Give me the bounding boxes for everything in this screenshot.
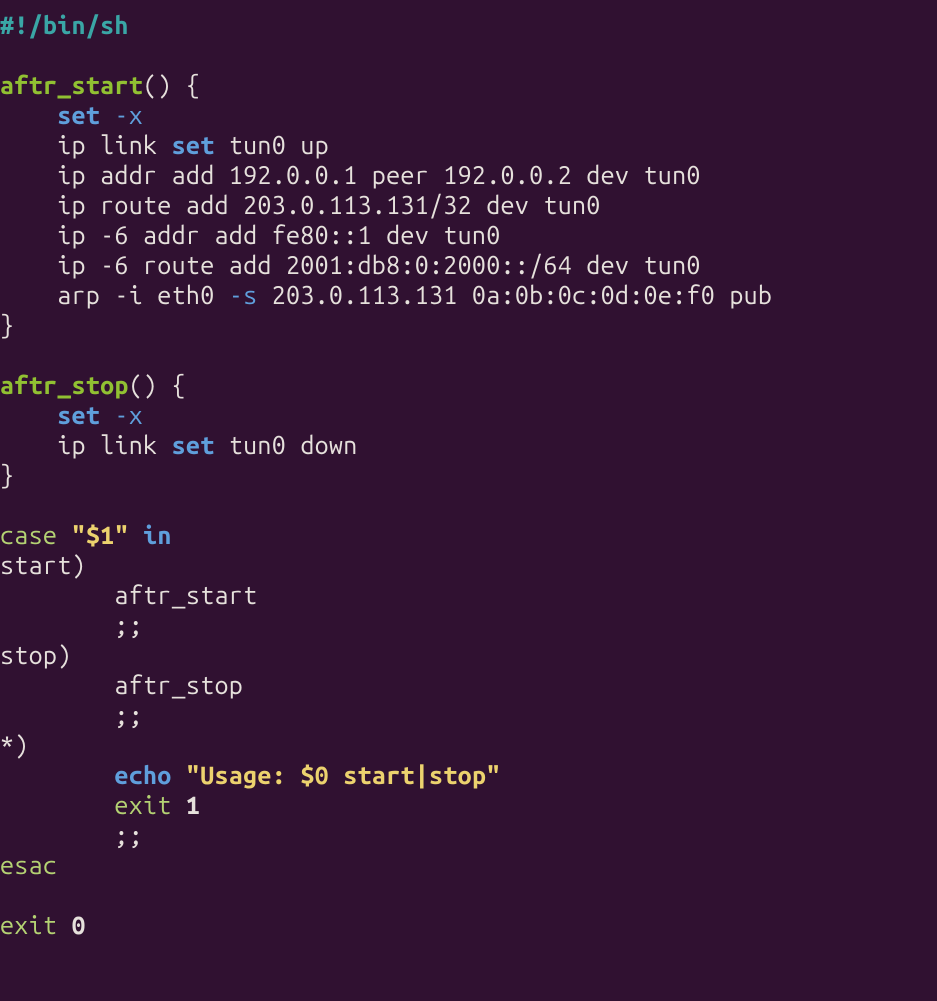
- fn-aftr-start: aftr_start: [0, 71, 143, 99]
- tun-down: tun0 down: [215, 431, 358, 459]
- arp-flag: -s: [229, 281, 258, 309]
- ip-route-add: ip route add 203.0.113.131/32 dev tun0: [57, 191, 600, 219]
- echo-builtin: echo: [114, 761, 171, 789]
- dsemi: ;;: [114, 701, 143, 729]
- esac-keyword: esac: [0, 851, 57, 879]
- ip6-addr-add: ip -6 addr add fe80::1 dev tun0: [57, 221, 500, 249]
- dsemi: ;;: [114, 611, 143, 639]
- arp-pre: arp -i eth0: [57, 281, 229, 309]
- arp-post: 203.0.113.131 0a:0b:0c:0d:0e:f0 pub: [257, 281, 772, 309]
- case-keyword: case: [0, 521, 57, 549]
- echo-string: "Usage:: [186, 761, 300, 789]
- case-var: $1: [86, 521, 115, 549]
- exit-keyword: exit: [114, 791, 171, 819]
- set-builtin: set: [172, 431, 215, 459]
- brace: }: [0, 461, 14, 489]
- in-keyword: in: [143, 521, 172, 549]
- set-flag: -x: [114, 101, 143, 129]
- brace: {: [186, 71, 200, 99]
- brace: }: [0, 311, 14, 339]
- case-label-stop: stop: [0, 641, 57, 669]
- fn-aftr-stop: aftr_stop: [0, 371, 129, 399]
- ip6-route-add: ip -6 route add 2001:db8:0:2000::/64 dev…: [57, 251, 701, 279]
- paren: (): [129, 371, 158, 399]
- str-quote: ": [72, 521, 86, 549]
- paren: (): [143, 71, 172, 99]
- exit-code: 0: [72, 911, 86, 939]
- brace: {: [172, 371, 186, 399]
- tun-up: tun0 up: [215, 131, 329, 159]
- call-aftr-stop: aftr_stop: [114, 671, 243, 699]
- code-block: #!/bin/sh aftr_start() { set -x ip link …: [0, 0, 937, 940]
- paren: ): [14, 731, 28, 759]
- str-quote: ": [114, 521, 128, 549]
- ip-link: ip link: [57, 131, 171, 159]
- set-flag: -x: [114, 401, 143, 429]
- paren: ): [57, 641, 71, 669]
- exit-keyword: exit: [0, 911, 57, 939]
- set-builtin: set: [57, 101, 100, 129]
- exit-code: 1: [186, 791, 200, 819]
- paren: ): [72, 551, 86, 579]
- echo-var: $0: [300, 761, 329, 789]
- case-label-start: start: [0, 551, 72, 579]
- shebang-line: #!/bin/sh: [0, 11, 129, 39]
- echo-string: start|stop": [329, 761, 501, 789]
- set-builtin: set: [57, 401, 100, 429]
- set-builtin: set: [172, 131, 215, 159]
- case-label-star: *: [0, 731, 14, 759]
- ip-link: ip link: [57, 431, 171, 459]
- dsemi: ;;: [114, 821, 143, 849]
- call-aftr-start: aftr_start: [114, 581, 257, 609]
- ip-addr-add: ip addr add 192.0.0.1 peer 192.0.0.2 dev…: [57, 161, 701, 189]
